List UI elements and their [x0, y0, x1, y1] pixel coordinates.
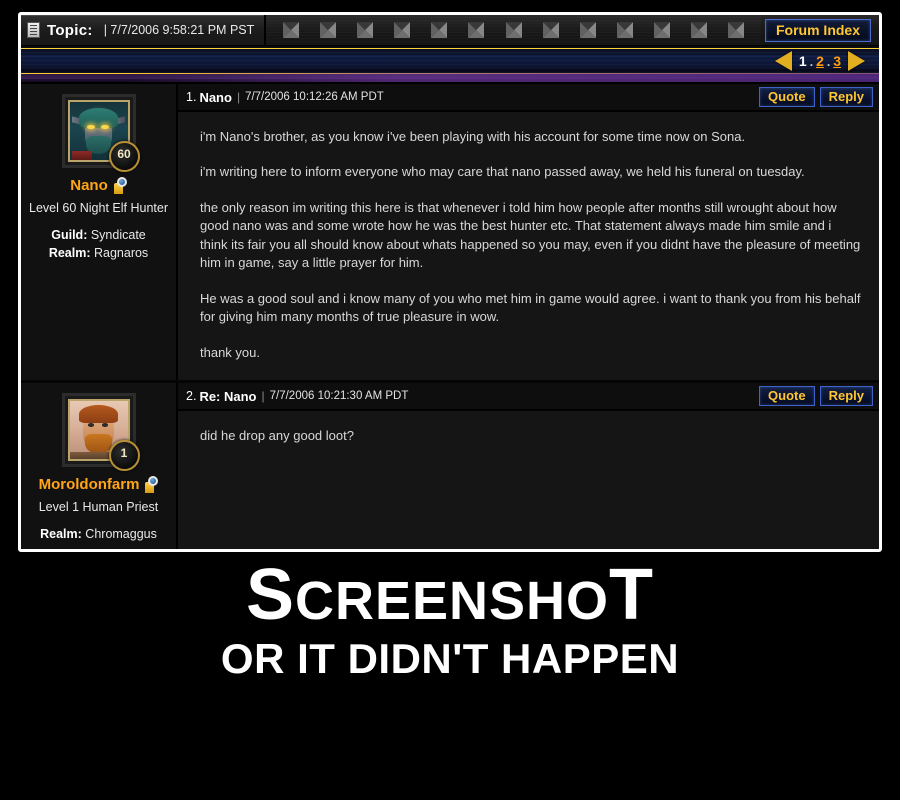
topic-box: Topic: | 7/7/2006 9:58:21 PM PST	[21, 15, 267, 45]
post-paragraph: i'm writing here to inform everyone who …	[200, 164, 805, 180]
page-separator: .	[826, 55, 831, 69]
compass-diamond-icon	[505, 22, 522, 39]
post-header: 2. Re: Nano | 7/7/2006 10:21:30 AM PDT Quote…	[178, 383, 879, 412]
post-paragraph: thank you.	[200, 344, 260, 360]
level-badge: 60	[108, 141, 140, 172]
author-name[interactable]: Nano	[70, 177, 108, 194]
quote-button[interactable]: Quote	[759, 386, 815, 407]
caption-tail-letter: T	[609, 555, 655, 635]
compass-diamond-icon	[616, 22, 633, 39]
page-link-2[interactable]: 2	[816, 53, 824, 69]
post-header-separator: |	[236, 90, 241, 104]
author-realm: Realm: Chromaggus	[25, 527, 172, 541]
document-icon	[27, 22, 40, 38]
posts-container: 60 Nano Level 60 Night Elf Hunter Guild: Sy…	[21, 82, 879, 549]
topic-label: Topic:	[47, 21, 93, 39]
arrow-right-icon[interactable]	[848, 51, 865, 71]
author-realm: Realm: Ragnaros	[25, 246, 172, 260]
header-ornament-strip	[266, 15, 761, 45]
compass-diamond-icon	[319, 22, 336, 39]
compass-diamond-icon	[691, 22, 708, 39]
caption-block: SCREENSHOT OR IT DIDN'T HAPPEN	[0, 559, 900, 683]
realm-value: Chromaggus	[85, 527, 157, 542]
author-guild: Guild: Syndicate	[25, 228, 172, 242]
compass-diamond-icon	[282, 22, 299, 39]
quote-button[interactable]: Quote	[759, 87, 815, 107]
page-link-1[interactable]: 1	[799, 53, 807, 69]
post-timestamp: 7/7/2006 10:21:30 AM PDT	[269, 390, 409, 403]
guild-value: Syndicate	[90, 228, 146, 242]
reply-button[interactable]: Reply	[819, 386, 873, 407]
post-number: 2.	[186, 389, 197, 404]
topic-timestamp: | 7/7/2006 9:58:21 PM PST	[103, 23, 255, 37]
post-paragraph: He was a good soul and i know many of yo…	[200, 290, 861, 325]
post-author-panel: 60 Nano Level 60 Night Elf Hunter Guild: Sy…	[21, 84, 178, 381]
post-author-panel: 1 Moroldonfarm Level 1 Human Priest Realm: …	[21, 383, 178, 549]
author-name-row: Nano	[25, 177, 172, 194]
compass-diamond-icon	[728, 22, 745, 39]
caption-line-1: SCREENSHOT	[0, 559, 900, 631]
compass-diamond-icon	[579, 22, 596, 39]
post: 60 Nano Level 60 Night Elf Hunter Guild: Sy…	[21, 82, 879, 381]
caption-line-2: OR IT DIDN'T HAPPEN	[220, 634, 680, 682]
avatar[interactable]: 60	[61, 94, 140, 172]
post-timestamp: 7/7/2006 10:12:26 AM PDT	[245, 91, 384, 103]
forum-index-button[interactable]: Forum Index	[764, 18, 871, 42]
armory-search-icon[interactable]	[143, 476, 159, 494]
caption-small-caps: CREENSHO	[295, 571, 610, 631]
page-separator: .	[809, 55, 814, 69]
post-header-separator: |	[261, 389, 265, 404]
forum-header-bar: Topic: | 7/7/2006 9:58:21 PM PST Forum I…	[21, 15, 879, 46]
author-name-row: Moroldonfarm	[25, 476, 172, 494]
avatar[interactable]: 1	[61, 393, 140, 472]
realm-label: Realm:	[48, 246, 91, 260]
compass-diamond-icon	[542, 22, 559, 39]
post-main: 1. Nano | 7/7/2006 10:12:26 AM PDT Quote Repl…	[178, 84, 879, 381]
compass-diamond-icon	[394, 22, 411, 39]
author-name[interactable]: Moroldonfarm	[39, 476, 140, 493]
post-title: Re: Nano	[199, 388, 257, 404]
post-body: i'm Nano's brother, as you know i've bee…	[178, 112, 879, 380]
realm-value: Ragnaros	[93, 246, 149, 260]
caption-lead-letter: S	[245, 555, 295, 635]
guild-label: Guild:	[51, 228, 88, 242]
realm-label: Realm:	[40, 527, 82, 542]
navigation-band: 1.2.3	[21, 46, 879, 82]
author-level-race-class: Level 60 Night Elf Hunter	[29, 201, 168, 215]
band-purple-glow	[131, 73, 879, 82]
level-badge: 1	[108, 440, 140, 472]
compass-diamond-icon	[468, 22, 485, 39]
post-title: Nano	[199, 89, 232, 105]
compass-diamond-icon	[431, 22, 448, 39]
forum-window: Topic: | 7/7/2006 9:58:21 PM PST Forum I…	[18, 12, 882, 552]
post-main: 2. Re: Nano | 7/7/2006 10:21:30 AM PDT Quote…	[178, 383, 879, 549]
page-link-3[interactable]: 3	[833, 53, 841, 69]
compass-diamond-icon	[357, 22, 374, 39]
post-header: 1. Nano | 7/7/2006 10:12:26 AM PDT Quote Repl…	[178, 84, 879, 112]
post-paragraph: did he drop any good loot?	[200, 428, 354, 444]
reply-button[interactable]: Reply	[819, 87, 873, 107]
post-number: 1.	[186, 90, 197, 104]
post-body: did he drop any good loot?	[178, 411, 879, 549]
post: 1 Moroldonfarm Level 1 Human Priest Realm: …	[21, 380, 879, 549]
compass-diamond-icon	[654, 22, 671, 39]
pagination: 1.2.3	[774, 48, 865, 74]
author-level-race-class: Level 1 Human Priest	[38, 500, 159, 515]
arrow-left-icon[interactable]	[774, 51, 792, 71]
armory-search-icon[interactable]	[112, 177, 127, 194]
post-paragraph: the only reason im writing this here is …	[200, 199, 861, 271]
page-number-list: 1.2.3	[799, 53, 841, 69]
post-paragraph: i'm Nano's brother, as you know i've bee…	[200, 129, 746, 144]
